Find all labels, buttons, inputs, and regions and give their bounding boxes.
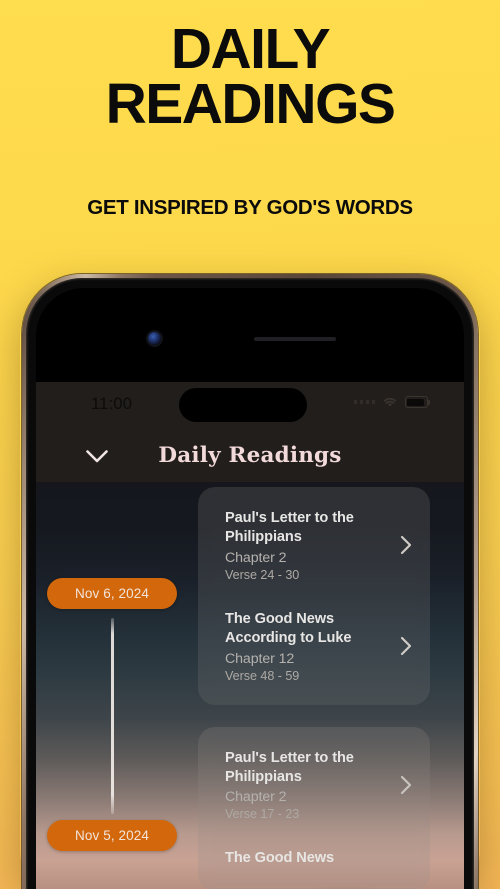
phone-bezel: 11:00 Daily Readings Nov 6, 2024 Nov 5, … [26, 278, 474, 889]
chevron-right-icon[interactable] [396, 535, 416, 555]
dynamic-island [179, 388, 307, 422]
status-bar-indicators [353, 396, 431, 408]
reading-cards: Paul's Letter to the Philippians Chapter… [198, 482, 438, 889]
reading-card: Paul's Letter to the Philippians Chapter… [198, 726, 430, 889]
list-item[interactable]: The Good News According to Luke Chapter … [198, 604, 430, 689]
reading-verse: Verse 17 - 23 [225, 807, 300, 822]
reading-chapter: Chapter 12 [225, 650, 295, 667]
reading-title: Paul's Letter to the Philippians [225, 510, 354, 546]
camera-icon [148, 332, 161, 345]
chevron-right-icon[interactable] [396, 775, 416, 795]
reading-chapter: Chapter 2 [225, 549, 287, 566]
status-bar: 11:00 [36, 382, 464, 428]
phone-mockup: 11:00 Daily Readings Nov 6, 2024 Nov 5, … [14, 272, 486, 889]
promo-subtitle: GET INSPIRED BY GOD'S WORDS [87, 195, 413, 219]
phone-top-sensors [36, 330, 464, 348]
phone-frame: 11:00 Daily Readings Nov 6, 2024 Nov 5, … [22, 274, 478, 889]
page-title: DAILY READINGS [0, 0, 500, 133]
chevron-down-icon[interactable] [84, 443, 110, 469]
reading-title: Paul's Letter to the Philippians [225, 749, 354, 786]
chevron-right-icon[interactable] [396, 636, 416, 656]
list-item[interactable]: The Good News [198, 843, 430, 874]
readings-list[interactable]: Nov 6, 2024 Nov 5, 2024 Paul's Letter to… [36, 482, 464, 889]
timeline-connector [111, 618, 114, 814]
status-bar-time: 11:00 [91, 395, 133, 413]
cellular-signal-icon [353, 400, 375, 404]
date-pill[interactable]: Nov 5, 2024 [47, 820, 177, 851]
list-item[interactable]: Paul's Letter to the Philippians Chapter… [198, 503, 430, 588]
reading-card: Paul's Letter to the Philippians Chapter… [198, 487, 430, 705]
promo-title-line2: READINGS [105, 72, 396, 137]
reading-title: The Good News [225, 850, 334, 867]
list-item[interactable]: Paul's Letter to the Philippians Chapter… [198, 743, 430, 828]
speaker-grille-icon [254, 337, 336, 341]
reading-title: The Good News According to Luke [225, 610, 352, 647]
app-viewport: 11:00 Daily Readings Nov 6, 2024 Nov 5, … [36, 382, 464, 889]
date-pill[interactable]: Nov 6, 2024 [47, 578, 177, 609]
reading-chapter: Chapter 2 [225, 789, 287, 806]
promo-header: DAILY READINGS GET INSPIRED BY GOD'S WOR… [0, 0, 500, 220]
phone-screen: 11:00 Daily Readings Nov 6, 2024 Nov 5, … [36, 288, 464, 889]
reading-verse: Verse 48 - 59 [225, 668, 300, 683]
wifi-icon [382, 396, 398, 408]
app-bar: Daily Readings [36, 428, 464, 482]
battery-icon [405, 396, 431, 408]
reading-verse: Verse 24 - 30 [225, 567, 300, 582]
